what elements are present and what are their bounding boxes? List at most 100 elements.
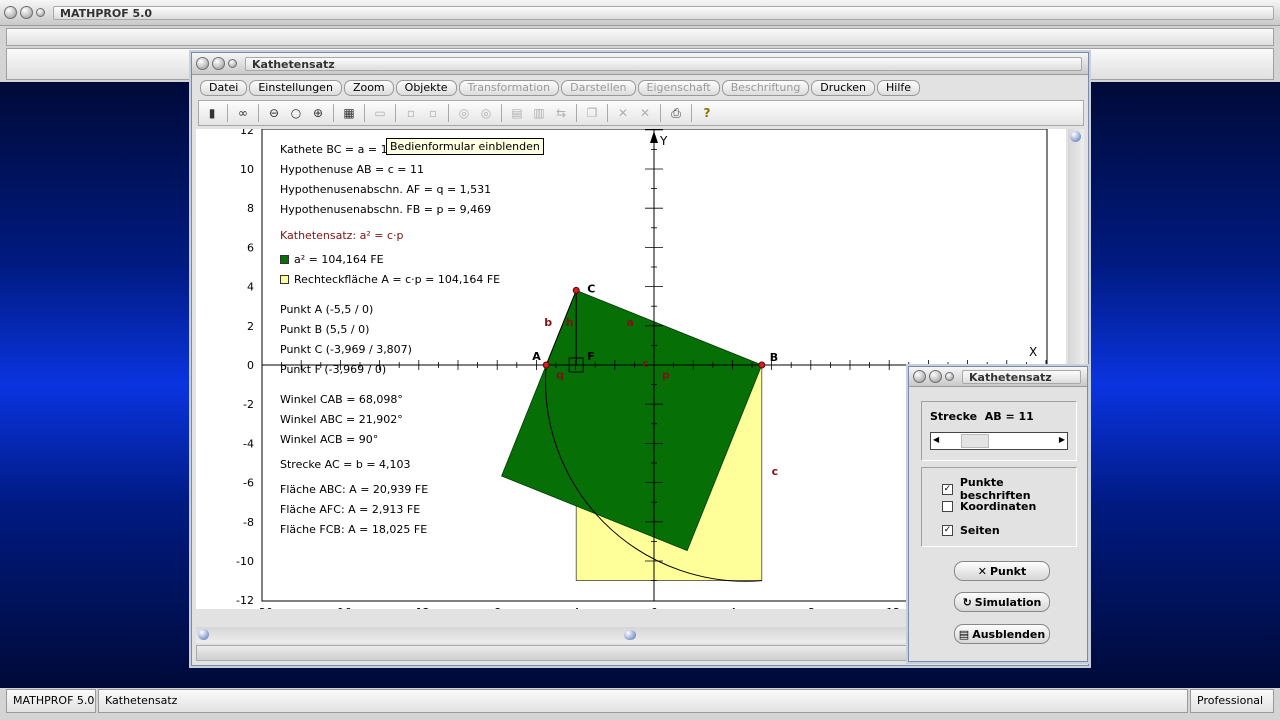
- area-line: Fläche ABC: A = 20,939 FE: [280, 483, 429, 496]
- label-a: a: [627, 316, 634, 329]
- double-cross-icon[interactable]: ✕: [636, 104, 654, 122]
- zoom-out-icon[interactable]: ⊖: [265, 104, 283, 122]
- box-icon[interactable]: ▫: [402, 104, 420, 122]
- label-h: h: [566, 316, 574, 329]
- menu-beschriftung: Beschriftung: [721, 80, 810, 96]
- circle-icon[interactable]: ◎: [455, 104, 473, 122]
- checkbox-label: Seiten: [960, 524, 1000, 537]
- hide-form-icon: ▤: [958, 627, 970, 641]
- area-line: Fläche FCB: A = 18,025 FE: [280, 523, 428, 536]
- cross-icon[interactable]: ✕: [614, 104, 632, 122]
- checkbox-row[interactable]: ✓ Seiten: [942, 524, 1000, 537]
- x-tick-label: 4: [729, 606, 736, 609]
- slider-thumb[interactable]: [961, 434, 989, 448]
- label-q: q: [556, 369, 564, 382]
- label-A: A: [532, 350, 541, 363]
- x-tick-label: -8: [490, 606, 501, 609]
- point-b: [758, 361, 766, 369]
- segment-slider[interactable]: ◀ ▶: [930, 432, 1068, 450]
- form-icon[interactable]: ▦: [340, 104, 358, 122]
- app-close-icon[interactable]: [36, 8, 45, 17]
- circle-double-icon[interactable]: ◎: [477, 104, 495, 122]
- rect-swatch: [280, 275, 289, 284]
- segment-line: Strecke AC = b = 4,103: [280, 458, 411, 471]
- checkbox-label: Koordinaten: [960, 500, 1037, 513]
- toolbar-separator: [691, 104, 692, 122]
- checkbox-label: Punkte beschriften: [959, 476, 1031, 502]
- toolbar-separator: [258, 104, 259, 122]
- x-tick-label: -4: [569, 606, 580, 609]
- y-tick-label: 12: [240, 129, 254, 137]
- segment-label: Strecke AB = 11: [930, 410, 1034, 423]
- menu-zoom[interactable]: Zoom: [343, 80, 394, 96]
- x-tick-label: -20: [255, 606, 273, 609]
- table-alt-icon[interactable]: ▥: [530, 104, 548, 122]
- toolbar-separator: [333, 104, 334, 122]
- refresh-icon: ↻: [962, 595, 972, 609]
- vertical-scroll-thumb[interactable]: [1070, 131, 1081, 142]
- slider-right-arrow[interactable]: ▶: [1059, 435, 1065, 444]
- toolbar-separator: [364, 104, 365, 122]
- calculator-icon[interactable]: ▮: [203, 104, 221, 122]
- x-axis-label: X: [1029, 345, 1037, 359]
- zoom-in-icon[interactable]: ⊕: [309, 104, 327, 122]
- menu-objekte[interactable]: Objekte: [395, 80, 457, 96]
- panel-menu-icon[interactable]: [913, 370, 926, 383]
- panel-close-icon[interactable]: [945, 372, 954, 381]
- checkbox-row[interactable]: Koordinaten: [942, 500, 1036, 513]
- pages-icon[interactable]: ❐: [583, 104, 601, 122]
- label-c2: c: [772, 465, 779, 478]
- menu-transformation: Transformation: [458, 80, 560, 96]
- square-area-text: a² = 104,164 FE: [294, 253, 384, 266]
- y-tick-label: 4: [247, 281, 254, 294]
- point-a: [542, 361, 550, 369]
- menu-drucken[interactable]: Drucken: [811, 80, 876, 96]
- app-menu-icon[interactable]: [4, 6, 17, 19]
- printer-icon[interactable]: ⎙: [667, 104, 685, 122]
- app-title-bar: MATHPROF 5.0: [0, 0, 1280, 26]
- menu-darstellen: Darstellen: [561, 80, 636, 96]
- window-close-icon[interactable]: [228, 59, 237, 68]
- menu-hilfe[interactable]: Hilfe: [877, 80, 921, 96]
- horizontal-scroll-left[interactable]: [198, 629, 209, 640]
- checkbox[interactable]: [942, 501, 953, 512]
- punkt-button[interactable]: ✕ Punkt: [954, 561, 1050, 581]
- options-group: ✓ Punkte beschriften Koordinaten ✓ Seiten: [921, 467, 1077, 547]
- window-icon[interactable]: ▭: [371, 104, 389, 122]
- menu-einstellungen[interactable]: Einstellungen: [249, 80, 342, 96]
- checkbox[interactable]: ✓: [942, 525, 953, 536]
- checkbox[interactable]: ✓: [942, 483, 953, 495]
- app-minimize-icon[interactable]: [20, 6, 33, 19]
- swap-icon[interactable]: ⇆: [552, 104, 570, 122]
- simulation-button[interactable]: ↻ Simulation: [954, 592, 1050, 612]
- y-tick-label: 10: [240, 163, 254, 176]
- info-line: Hypothenuse AB = c = 11: [280, 163, 425, 176]
- glasses-icon[interactable]: ∞: [234, 104, 252, 122]
- window-minimize-icon[interactable]: [212, 57, 225, 70]
- ausblenden-button[interactable]: ▤ Ausblenden: [954, 624, 1050, 644]
- panel-minimize-icon[interactable]: [929, 370, 942, 383]
- panel-title: Kathetensatz: [962, 369, 1081, 384]
- panel-title-bar: Kathetensatz: [909, 367, 1087, 387]
- zoom-icon[interactable]: ○: [287, 104, 305, 122]
- y-axis-label: Y: [659, 134, 668, 148]
- toolbar-separator: [395, 104, 396, 122]
- horizontal-scroll-thumb[interactable]: [624, 630, 636, 640]
- angle-line: Winkel ACB = 90°: [280, 433, 379, 446]
- app-menu-strip: [6, 28, 1274, 46]
- slider-left-arrow[interactable]: ◀: [933, 435, 939, 444]
- menu-datei[interactable]: Datei: [200, 80, 248, 96]
- rect-area-text: Rechteckfläche A = c·p = 104,164 FE: [294, 273, 501, 286]
- help-icon[interactable]: ?: [698, 104, 716, 122]
- label-p: p: [662, 369, 670, 382]
- table-icon[interactable]: ▤: [508, 104, 526, 122]
- checkbox-row[interactable]: ✓ Punkte beschriften: [942, 476, 1076, 502]
- toolbar-separator: [501, 104, 502, 122]
- point-line: Punkt F (-3,969 / 0): [280, 363, 387, 376]
- main-window-title-bar: Kathetensatz: [192, 53, 1088, 75]
- label-b: b: [544, 316, 552, 329]
- app-title: MATHPROF 5.0: [53, 5, 1274, 20]
- window-menu-icon[interactable]: [196, 57, 209, 70]
- box-double-icon[interactable]: ▫: [424, 104, 442, 122]
- toolbar-separator: [660, 104, 661, 122]
